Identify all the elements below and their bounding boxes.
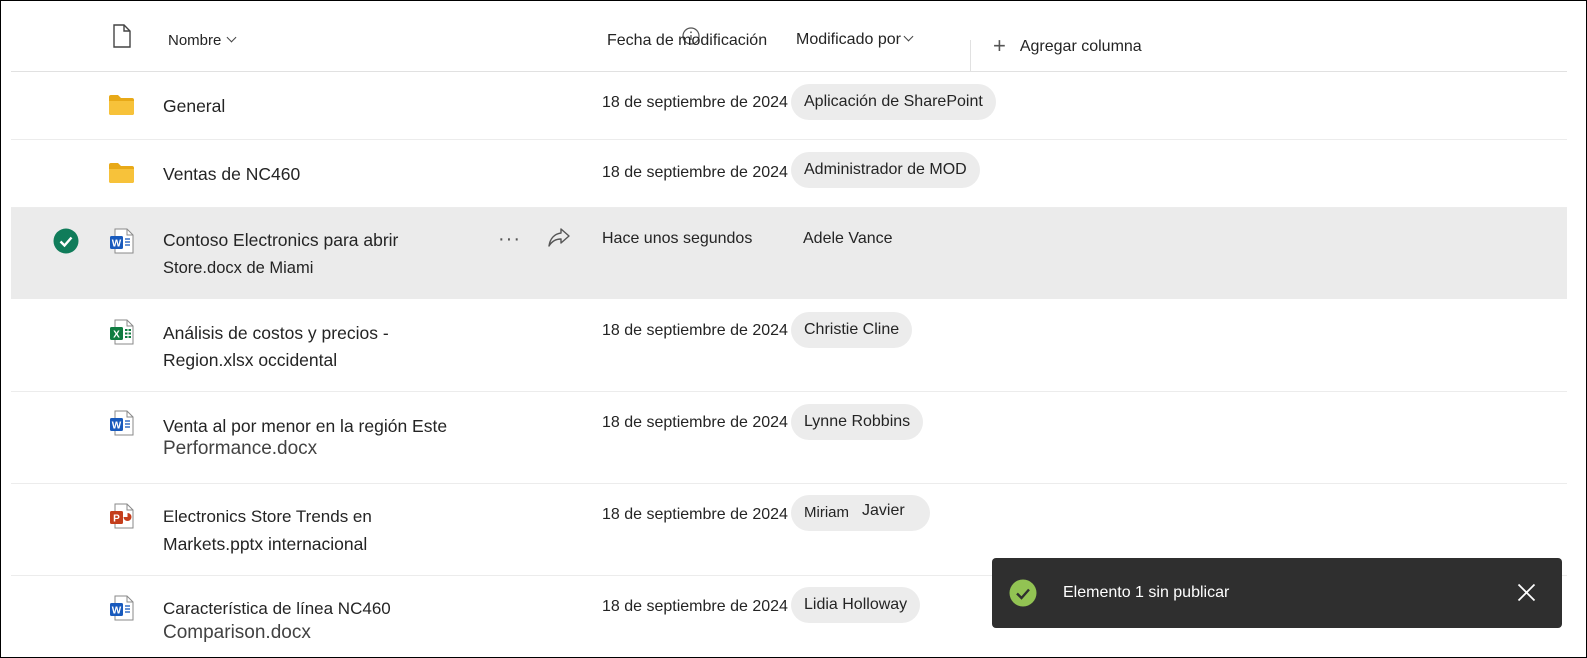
modified-by-label: Modificado por xyxy=(796,31,901,48)
file-name-line: Característica de línea NC460 xyxy=(163,599,391,618)
file-name[interactable]: Ventas de NC460 xyxy=(163,161,300,187)
file-name-line: General xyxy=(163,96,226,116)
svg-text:W: W xyxy=(112,239,122,250)
file-name-line: Comparison.docx xyxy=(163,622,311,643)
toast-notification: Elemento 1 sin publicar xyxy=(992,558,1562,628)
modified-by-pill[interactable]: Aplicación de SharePoint xyxy=(791,84,996,120)
folder-icon xyxy=(109,95,134,115)
column-divider xyxy=(970,40,971,71)
add-column-button[interactable]: + Agregar columna xyxy=(993,31,1142,58)
selected-check-icon[interactable] xyxy=(53,228,79,254)
table-row[interactable]: W Venta al por menor en la región Este P… xyxy=(11,392,1567,484)
folder-icon xyxy=(109,163,134,183)
file-name-line: Contoso Electronics para abrir xyxy=(163,230,399,250)
modified-date: 18 de septiembre de 2024 xyxy=(602,322,788,339)
modified-by-pill[interactable]: Administrador de MOD xyxy=(791,152,980,188)
svg-text:P: P xyxy=(113,514,120,525)
more-options-icon[interactable]: ··· xyxy=(498,228,521,251)
close-icon[interactable] xyxy=(1517,583,1536,602)
svg-text:W: W xyxy=(112,606,122,617)
file-name-line: Store.docx de Miami xyxy=(163,259,314,277)
file-name-line: Markets.pptx internacional xyxy=(163,534,368,554)
modified-date: 18 de septiembre de 2024 xyxy=(602,164,788,181)
file-name-line: Análisis de costos y precios - xyxy=(163,323,389,343)
modified-by-pill[interactable]: Lidia Holloway xyxy=(791,587,921,623)
add-column-label: Agregar columna xyxy=(1019,38,1142,55)
file-name-line: Region.xlsx occidental xyxy=(163,350,338,370)
file-name[interactable]: General xyxy=(163,93,225,119)
table-row-selected[interactable]: W Contoso Electronics para abrir Store.d… xyxy=(11,208,1567,299)
file-name-line: Ventas de NC460 xyxy=(163,164,301,184)
table-row[interactable]: X Análisis de costos y precios - Region.… xyxy=(11,300,1567,392)
file-name[interactable]: Análisis de costos y precios - Region.xl… xyxy=(163,320,389,373)
modified-date: 18 de septiembre de 2024 xyxy=(602,94,788,111)
table-row[interactable]: Ventas de NC460 18 de septiembre de 2024… xyxy=(11,140,1567,208)
file-type-icon[interactable] xyxy=(112,24,132,48)
chevron-down-icon xyxy=(903,31,914,42)
word-icon: W xyxy=(110,595,134,621)
file-name[interactable]: Característica de línea NC460 Comparison… xyxy=(163,596,391,646)
modified-date: 18 de septiembre de 2024 xyxy=(602,414,788,431)
chevron-down-icon xyxy=(226,32,237,43)
powerpoint-icon: P xyxy=(110,503,134,529)
table-row[interactable]: General 18 de septiembre de 2024 Aplicac… xyxy=(11,72,1567,140)
plus-icon: + xyxy=(993,33,1006,58)
modified-column-header[interactable]: Fecha de modificación xyxy=(607,32,767,50)
modified-by-column-header[interactable]: Modificado por xyxy=(796,31,914,49)
modified-by-first: Miriam xyxy=(804,504,849,521)
excel-icon: X xyxy=(110,319,134,345)
name-column-header[interactable]: Nombre xyxy=(168,32,237,49)
modified-date: 18 de septiembre de 2024 xyxy=(602,598,788,615)
file-name-line: Performance.docx xyxy=(163,438,318,459)
modified-by-pill[interactable]: Adele Vance xyxy=(790,221,906,257)
modified-date: 18 de septiembre de 2024 xyxy=(602,506,788,523)
svg-text:X: X xyxy=(113,330,120,341)
toast-message: Elemento 1 sin publicar xyxy=(1063,584,1230,601)
list-header: Nombre Fecha de modificación Modificado … xyxy=(11,0,1567,72)
modified-by-pill[interactable]: Lynne Robbins xyxy=(791,404,924,440)
file-name[interactable]: Contoso Electronics para abrir Store.doc… xyxy=(163,227,398,281)
file-name[interactable]: Electronics Store Trends en Markets.pptx… xyxy=(163,504,372,557)
file-name-line: Electronics Store Trends en xyxy=(163,507,372,526)
name-header-label: Nombre xyxy=(168,32,222,49)
share-icon[interactable] xyxy=(547,227,571,249)
modified-by-pill[interactable]: Miriam Javier xyxy=(791,495,930,531)
modified-by-last: Javier xyxy=(862,502,905,519)
svg-text:W: W xyxy=(112,421,122,432)
success-check-icon xyxy=(1009,579,1037,607)
file-name[interactable]: Venta al por menor en la región Este Per… xyxy=(163,413,447,462)
modified-by-pill[interactable]: Christie Cline xyxy=(791,312,913,348)
modified-date: Hace unos segundos xyxy=(602,230,753,247)
word-icon: W xyxy=(110,410,134,436)
word-icon: W xyxy=(110,228,134,254)
